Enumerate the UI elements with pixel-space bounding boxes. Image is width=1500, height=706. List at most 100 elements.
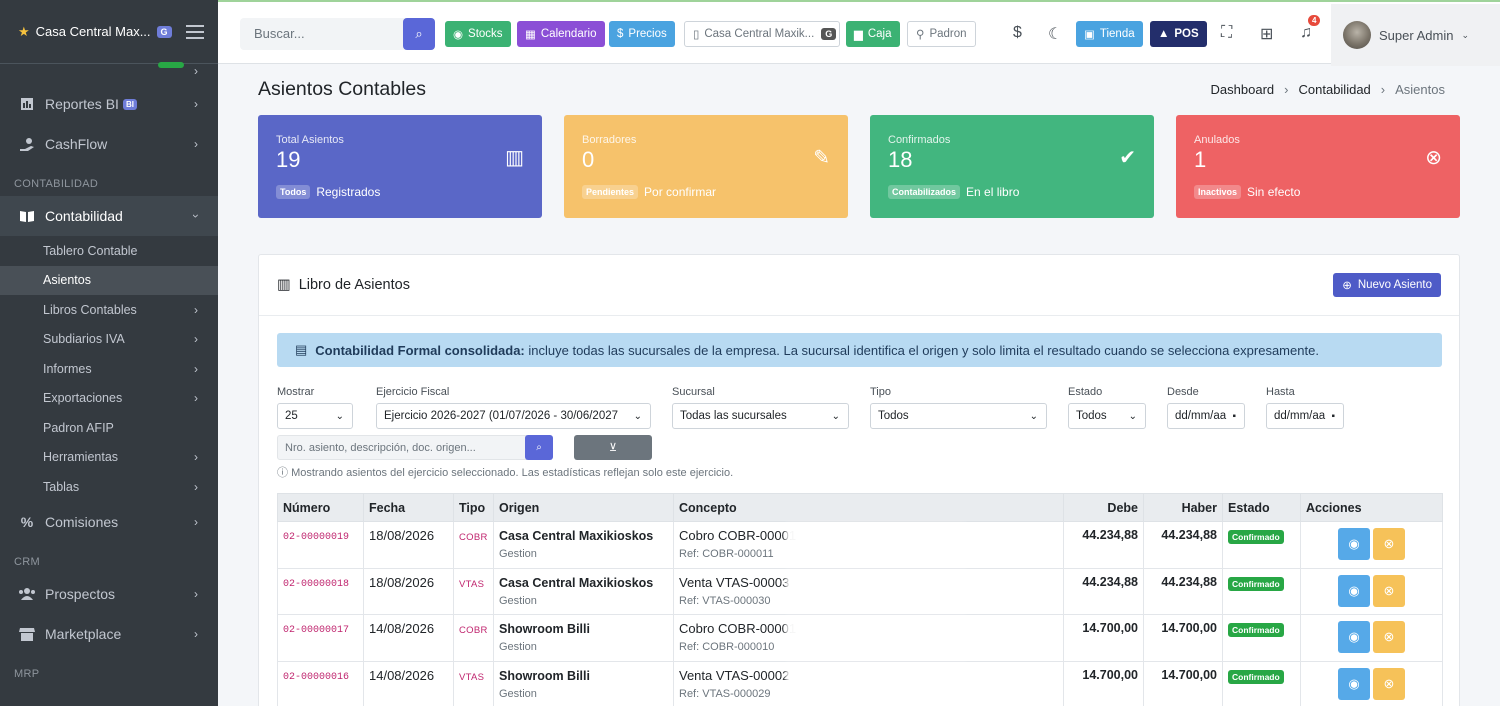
user-menu[interactable]: Super Admin ⌄ <box>1331 4 1500 66</box>
breadcrumb-contabilidad[interactable]: Contabilidad <box>1299 82 1371 97</box>
view-button[interactable]: ◉ <box>1338 528 1370 560</box>
sidebar-item-contabilidad[interactable]: Contabilidad › <box>0 196 218 236</box>
chevron-right-icon: › <box>194 97 198 111</box>
sidebar: ★ Casa Central Max... G › Reportes BI BI… <box>0 0 218 706</box>
ejercicio-select[interactable]: Ejercicio 2026-2027 (01/07/2026 - 30/06/… <box>376 403 651 429</box>
breadcrumb: Dashboard › Contabilidad › Asientos <box>1211 82 1445 97</box>
table-row[interactable]: 02-00000017 14/08/2026 COBR Showroom Bil… <box>277 614 1443 662</box>
document-icon: ▤ <box>295 342 308 357</box>
sidebar-sub-subdiarios-iva[interactable]: Subdiarios IVA › <box>0 325 218 355</box>
sidebar-sub-herramientas[interactable]: Herramientas › <box>0 443 218 473</box>
pos-button[interactable]: ▲ POS <box>1150 21 1207 47</box>
green-indicator <box>158 62 184 68</box>
card-value: 18 <box>888 147 913 172</box>
hamburger-menu-icon[interactable] <box>186 21 204 43</box>
tienda-button[interactable]: ▣ Tienda <box>1076 21 1143 47</box>
col-debe[interactable]: Debe <box>1063 493 1144 522</box>
sidebar-sub-exportaciones[interactable]: Exportaciones › <box>0 384 218 414</box>
view-button[interactable]: ◉ <box>1338 667 1370 700</box>
chevron-down-icon: ⌄ <box>335 410 344 422</box>
sidebar-item-marketplace[interactable]: Marketplace › <box>0 614 218 654</box>
cell-tipo: COBR <box>453 521 494 569</box>
col-fecha[interactable]: Fecha <box>363 493 454 522</box>
sidebar-sub-asientos[interactable]: Asientos <box>0 265 218 295</box>
table-row[interactable]: 02-00000018 18/08/2026 VTAS Casa Central… <box>277 567 1443 615</box>
col-numero[interactable]: Número <box>277 493 364 522</box>
view-button[interactable]: ◉ <box>1338 621 1370 653</box>
cell-haber: 14.700,00 <box>1143 660 1223 706</box>
top-navbar: Buscar... ⌕ ◉ Stocks ▦ Calendario $ Precios… <box>218 0 1500 66</box>
hasta-date-input[interactable]: dd/mm/aa ▪ <box>1266 403 1344 429</box>
table-row[interactable]: 02-00000016 14/08/2026 VTAS Showroom Bil… <box>277 660 1443 706</box>
calendario-button[interactable]: ▦ Calendario <box>517 21 605 47</box>
col-estado[interactable]: Estado <box>1222 493 1301 522</box>
asiento-search-input[interactable]: Nro. asiento, descripción, doc. origen..… <box>277 435 527 460</box>
clear-filters-button[interactable]: ⊻ <box>574 435 652 460</box>
cell-numero[interactable]: 02-00000019 <box>277 521 364 569</box>
sidebar-sub-libros-contables[interactable]: Libros Contables › <box>0 295 218 325</box>
sidebar-item-prospectos[interactable]: Prospectos › <box>0 574 218 614</box>
filter-search-button[interactable]: ⌕ <box>525 435 553 460</box>
cell-estado: Confirmado <box>1222 614 1301 662</box>
card-pill: Contabilizados <box>888 185 961 199</box>
brand[interactable]: ★ Casa Central Max... G <box>0 0 218 64</box>
cell-origen: Showroom Billi Gestion <box>493 660 674 706</box>
sidebar-item-reportes-bi[interactable]: Reportes BI BI › <box>0 84 218 124</box>
panel-title-text: Libro de Asientos <box>298 277 410 293</box>
bell-icon[interactable]: ♫ <box>1300 24 1312 42</box>
cell-numero[interactable]: 02-00000017 <box>277 614 364 662</box>
col-origen[interactable]: Origen <box>493 493 674 522</box>
cell-estado: Confirmado <box>1222 567 1301 615</box>
sidebar-sub-informes[interactable]: Informes › <box>0 354 218 384</box>
apps-grid-icon[interactable]: ⊞ <box>1260 24 1273 44</box>
padron-button[interactable]: ⚲ Padron <box>907 21 976 47</box>
shop-icon: ▣ <box>1084 29 1095 41</box>
estado-label: Estado <box>1068 386 1103 398</box>
anular-button[interactable]: ⊗ <box>1373 621 1405 653</box>
times-circle-icon: ⊗ <box>1383 536 1395 551</box>
caja-button[interactable]: ▆ Caja <box>846 21 900 47</box>
tipo-label: Tipo <box>870 386 891 398</box>
store-icon <box>18 625 36 643</box>
moon-icon[interactable]: ☾ <box>1048 24 1062 44</box>
col-haber[interactable]: Haber <box>1143 493 1223 522</box>
origen-name: Casa Central Maxikioskos <box>499 575 654 590</box>
chevron-right-icon: › <box>194 332 198 347</box>
tipo-select[interactable]: Todos ⌄ <box>870 403 1047 429</box>
branch-selector[interactable]: ▯ Casa Central Maxik... G <box>684 21 840 47</box>
stat-card-borradores: Borradores 0 Pendientes Por confirmar ✎ <box>564 115 848 218</box>
estado-select[interactable]: Todos ⌄ <box>1068 403 1146 429</box>
select-value: 25 <box>285 410 298 422</box>
sidebar-item-comisiones[interactable]: % Comisiones › <box>0 502 218 542</box>
cell-numero[interactable]: 02-00000016 <box>277 660 364 706</box>
cell-numero[interactable]: 02-00000018 <box>277 567 364 615</box>
anular-button[interactable]: ⊗ <box>1373 574 1405 607</box>
precios-button[interactable]: $ Precios <box>609 21 675 47</box>
sucursal-select[interactable]: Todas las sucursales ⌄ <box>672 403 849 429</box>
chevron-right-icon: › <box>194 626 198 641</box>
dollar-icon[interactable]: $ <box>1013 24 1022 42</box>
fullscreen-icon[interactable]: ⛶ <box>1221 24 1232 42</box>
button-label: Calendario <box>540 28 597 40</box>
col-concepto[interactable]: Concepto <box>673 493 1064 522</box>
sidebar-sub-padron-afip[interactable]: Padron AFIP <box>0 413 218 443</box>
table-row[interactable]: 02-00000019 18/08/2026 COBR Casa Central… <box>277 521 1443 569</box>
search-button[interactable]: ⌕ <box>403 18 435 50</box>
nuevo-asiento-button[interactable]: ⊕ Nuevo Asiento <box>1333 273 1441 297</box>
sidebar-sub-tablas[interactable]: Tablas › <box>0 472 218 502</box>
mostrar-select[interactable]: 25 ⌄ <box>277 403 353 429</box>
anular-button[interactable]: ⊗ <box>1373 667 1405 700</box>
view-button[interactable]: ◉ <box>1338 574 1370 607</box>
sidebar-sub-tablero-contable[interactable]: Tablero Contable <box>0 236 218 266</box>
select-value: Todas las sucursales <box>680 410 787 422</box>
sub-item-label: Informes <box>43 361 92 376</box>
col-tipo[interactable]: Tipo <box>453 493 494 522</box>
breadcrumb-dashboard[interactable]: Dashboard <box>1211 82 1275 97</box>
stocks-button[interactable]: ◉ Stocks <box>445 21 511 47</box>
desde-date-input[interactable]: dd/mm/aa ▪ <box>1167 403 1245 429</box>
card-label: Anulados <box>1194 134 1240 146</box>
search-icon: ⌕ <box>536 442 542 453</box>
anular-button[interactable]: ⊗ <box>1373 528 1405 560</box>
sidebar-item-cashflow[interactable]: CashFlow › <box>0 124 218 164</box>
sub-item-label: Libros Contables <box>43 302 137 317</box>
